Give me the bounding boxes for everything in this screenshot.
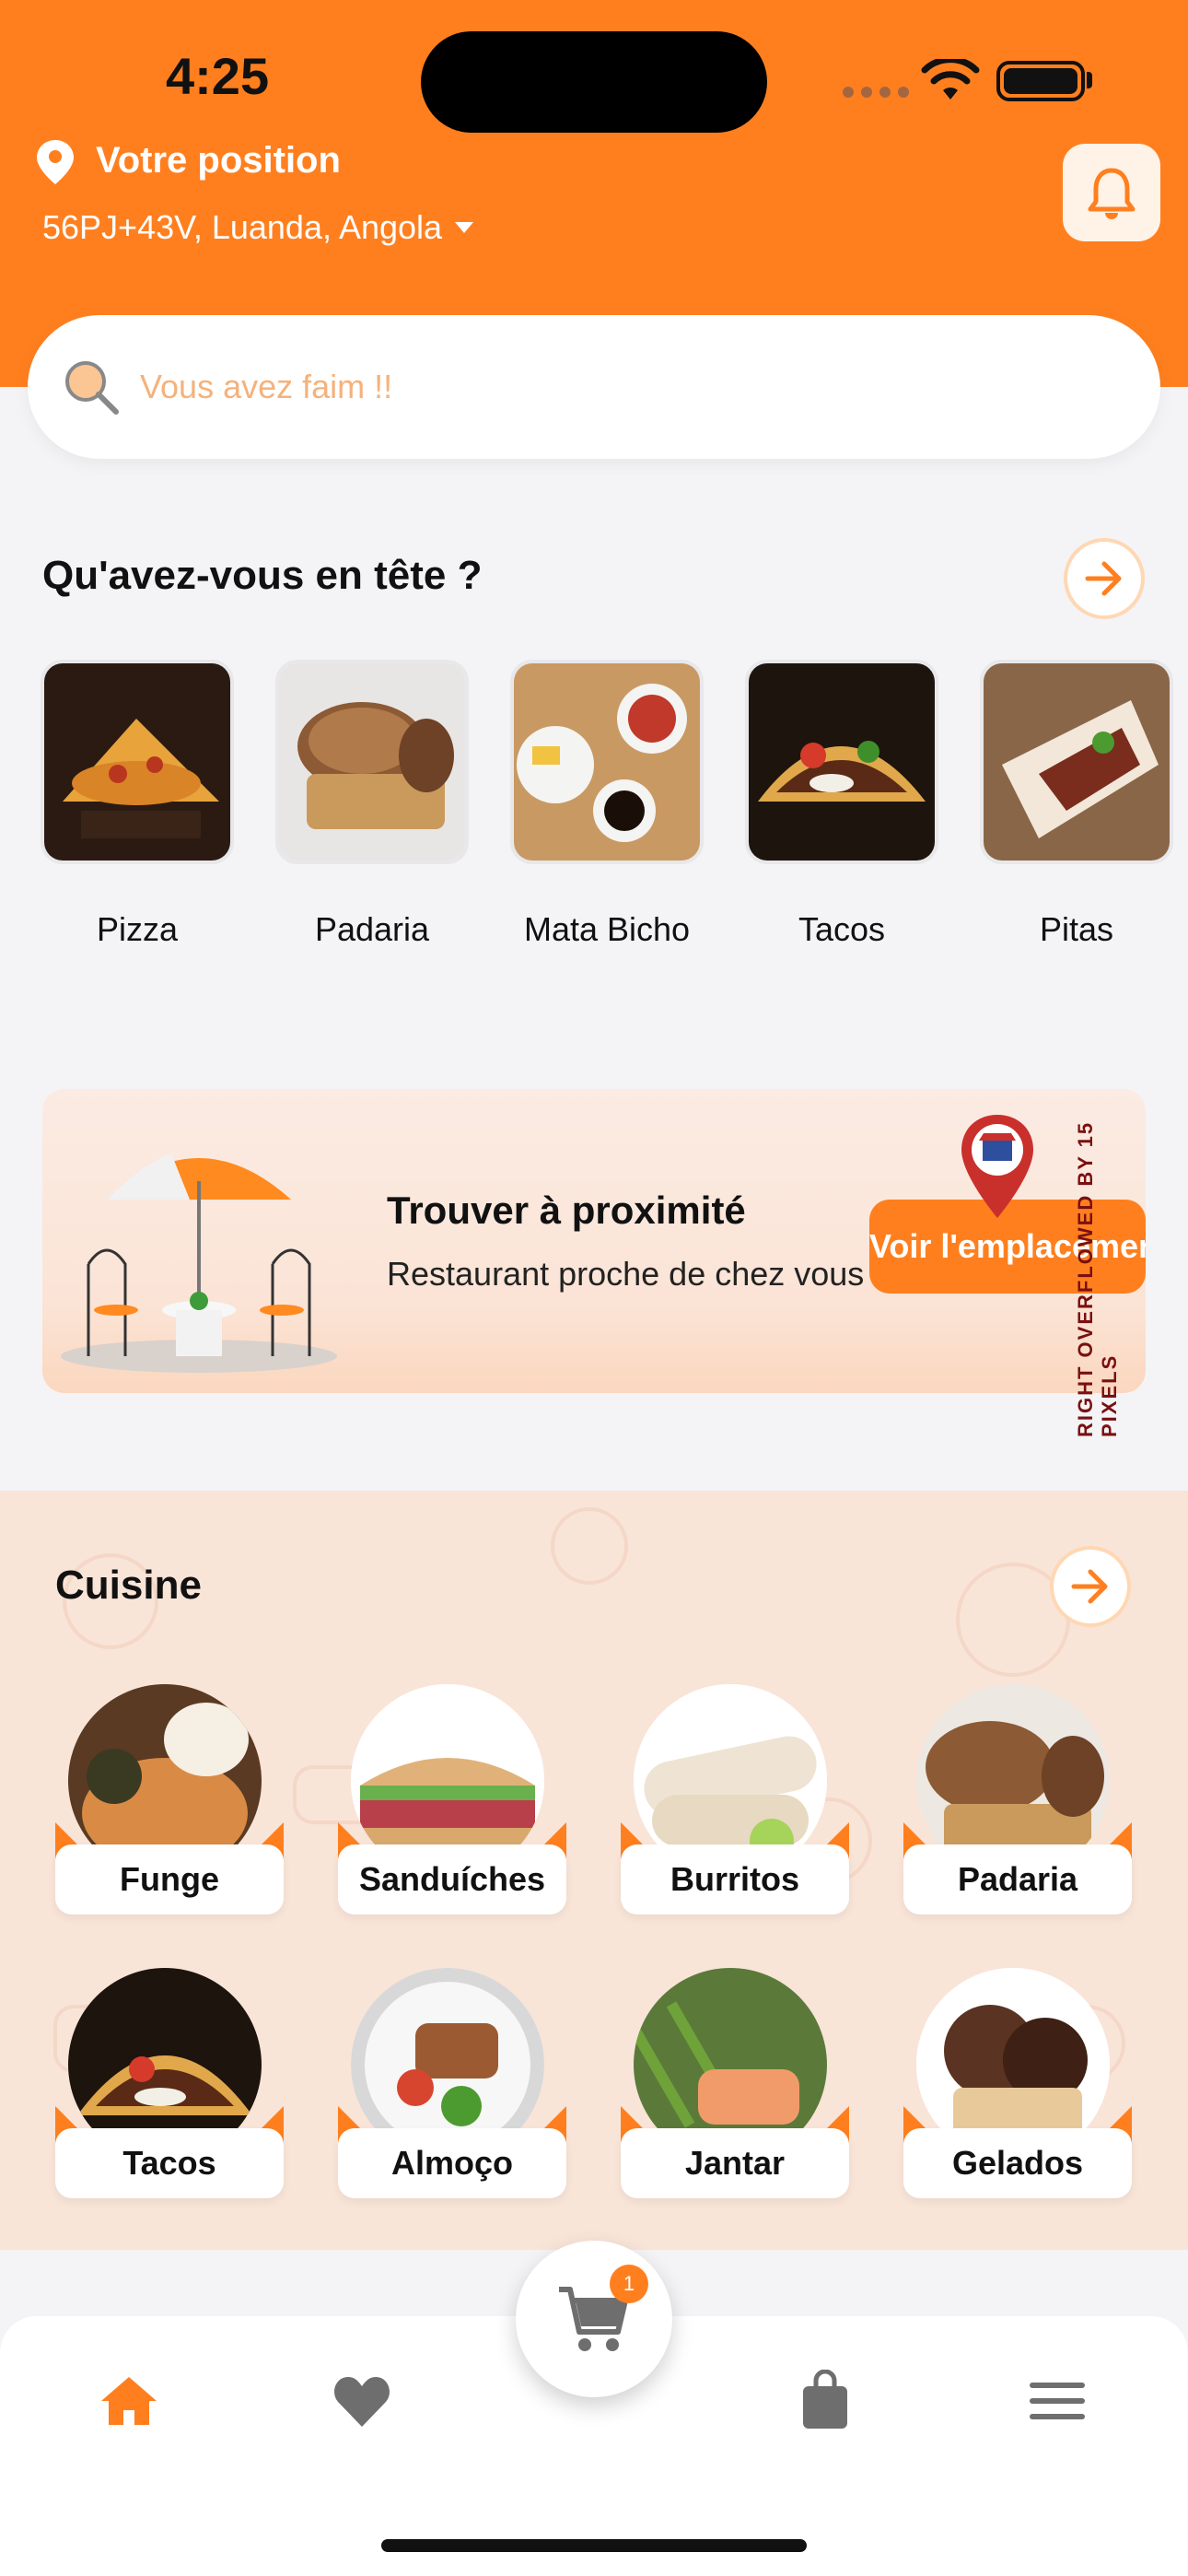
category-label: Pitas <box>1039 910 1114 948</box>
overflow-warning: RIGHT OVERFLOWED BY 15 PIXELS <box>1074 1120 1121 1437</box>
banner-subtitle: Restaurant proche de chez vous <box>387 1255 865 1293</box>
cuisine-almoco[interactable]: Almoço <box>338 1968 566 2198</box>
cuisine-gelados[interactable]: Gelados <box>903 1968 1132 2198</box>
location-pin-icon <box>37 140 74 184</box>
cuisine-burritos[interactable]: Burritos <box>621 1684 849 1914</box>
cuisine-jantar[interactable]: Jantar <box>621 1968 849 2198</box>
search-bar[interactable] <box>28 315 1160 459</box>
category-mata-bicho[interactable]: Mata Bicho <box>510 660 704 949</box>
status-time: 4:25 <box>166 47 270 105</box>
cuisine-sanduiches[interactable]: Sanduíches <box>338 1684 566 1914</box>
bag-icon[interactable] <box>799 2370 851 2430</box>
cuisine-label: Padaria <box>903 1844 1132 1914</box>
cuisine-section: Cuisine Funge Sanduíches Burritos Padari… <box>0 1491 1188 2250</box>
cuisine-label: Burritos <box>621 1844 849 1914</box>
tacos-image <box>745 660 938 864</box>
cuisine-label: Funge <box>55 1844 284 1914</box>
address-text: 56PJ+43V, Luanda, Angola <box>42 208 443 246</box>
cuisine-label: Gelados <box>903 2128 1132 2198</box>
category-pizza[interactable]: Pizza <box>41 660 234 949</box>
pitas-image <box>980 660 1173 864</box>
cuisine-tacos[interactable]: Tacos <box>55 1968 284 2198</box>
battery-tip <box>1087 72 1092 88</box>
wifi-icon <box>921 59 980 100</box>
bell-icon <box>1088 168 1136 219</box>
arrow-right-icon <box>1071 1569 1108 1604</box>
categories-title: Qu'avez-vous en tête ? <box>42 553 483 598</box>
battery-icon <box>996 61 1085 101</box>
store-pin-icon <box>961 1115 1033 1218</box>
menu-icon[interactable] <box>1030 2381 1085 2421</box>
cart-count-badge: 1 <box>610 2265 648 2303</box>
cart-button[interactable] <box>516 2241 672 2397</box>
category-label: Padaria <box>314 910 430 948</box>
search-input[interactable] <box>140 368 969 406</box>
cuisine-funge[interactable]: Funge <box>55 1684 284 1914</box>
search-icon <box>65 361 119 415</box>
heart-icon[interactable] <box>332 2375 392 2429</box>
nearby-banner[interactable]: Trouver à proximité Restaurant proche de… <box>42 1089 1146 1393</box>
cuisine-label: Tacos <box>55 2128 284 2198</box>
cuisine-label: Jantar <box>621 2128 849 2198</box>
cuisine-label: Almoço <box>338 2128 566 2198</box>
dynamic-island <box>421 31 767 133</box>
bread-image <box>275 660 469 864</box>
category-padaria[interactable]: Padaria <box>275 660 469 949</box>
cafe-table-illustration <box>61 1153 337 1373</box>
cuisine-see-all-button[interactable] <box>1050 1546 1131 1627</box>
banner-title: Trouver à proximité <box>387 1188 746 1232</box>
cuisine-title: Cuisine <box>55 1563 202 1608</box>
category-label: Pizza <box>96 910 179 948</box>
home-icon[interactable] <box>99 2373 158 2429</box>
category-label: Tacos <box>798 910 886 948</box>
position-label: Votre position <box>96 140 341 181</box>
caret-down-icon <box>455 222 474 233</box>
category-tacos[interactable]: Tacos <box>745 660 938 949</box>
arrow-right-icon <box>1085 561 1122 596</box>
cuisine-padaria[interactable]: Padaria <box>903 1684 1132 1914</box>
category-pitas[interactable]: Pitas <box>980 660 1173 949</box>
signal-icon <box>843 87 909 98</box>
pizza-image <box>41 660 234 864</box>
address-selector[interactable]: 56PJ+43V, Luanda, Angola <box>42 208 474 247</box>
cuisine-label: Sanduíches <box>338 1844 566 1914</box>
category-label: Mata Bicho <box>523 910 691 948</box>
home-indicator <box>381 2539 807 2552</box>
breakfast-image <box>510 660 704 864</box>
categories-see-all-button[interactable] <box>1064 538 1145 619</box>
notifications-button[interactable] <box>1063 144 1160 241</box>
